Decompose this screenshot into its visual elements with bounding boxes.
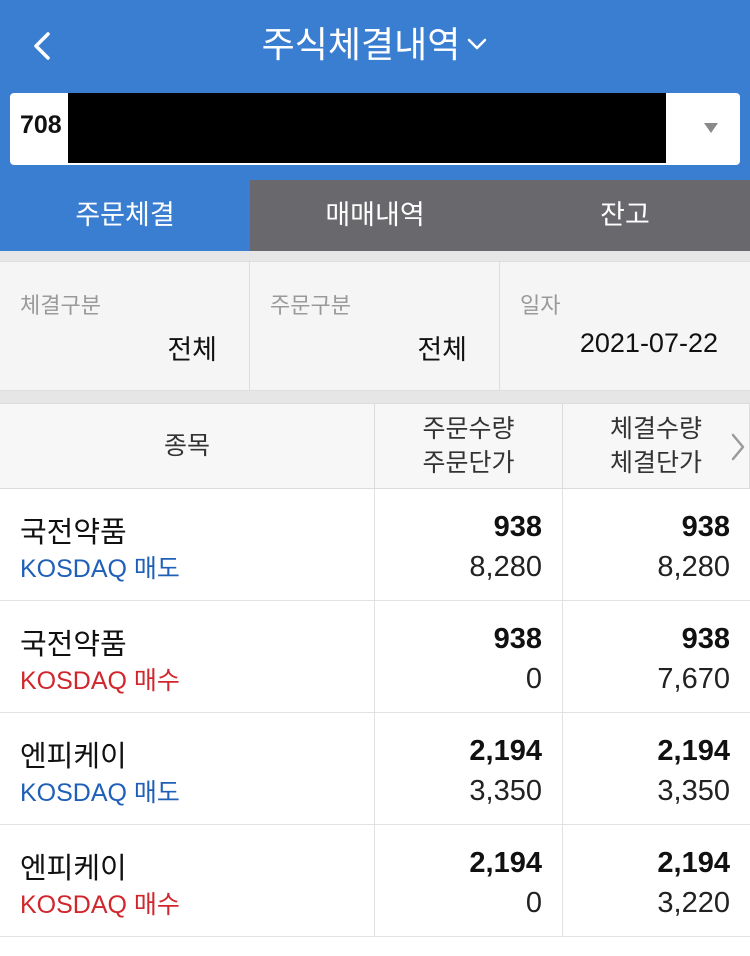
order-qty: 938: [493, 511, 542, 543]
order-qty: 938: [493, 623, 542, 655]
order-qty: 2,194: [469, 847, 542, 879]
table-row[interactable]: 엔피케이 KOSDAQ 매수 2,194 0 2,194 3,220: [0, 825, 750, 937]
header-order-price: 주문단가: [422, 448, 515, 477]
market-side: KOSDAQ 매수: [20, 667, 180, 695]
exec-qty: 938: [681, 623, 730, 655]
filter-date[interactable]: 일자 2021-07-22: [500, 262, 750, 390]
stock-name: 엔피케이: [20, 739, 127, 773]
filter-label: 일자: [520, 294, 561, 319]
account-selector[interactable]: 708: [10, 93, 740, 165]
table-header: 종목 주문수량 주문단가 체결수량 체결단가: [0, 403, 750, 489]
header-order-qty: 주문수량: [422, 414, 515, 443]
exec-price: 3,350: [657, 775, 730, 807]
order-price: 0: [525, 887, 542, 919]
market-side: KOSDAQ 매도: [20, 555, 180, 583]
table-row[interactable]: 엔피케이 KOSDAQ 매도 2,194 3,350 2,194 3,350: [0, 713, 750, 825]
execution-table: 종목 주문수량 주문단가 체결수량 체결단가 국전약품 KOSDAQ 매도 93…: [0, 403, 750, 937]
exec-qty: 2,194: [657, 847, 730, 879]
redacted-account-block: [68, 93, 666, 163]
exec-price: 8,280: [657, 551, 730, 583]
chevron-right-icon[interactable]: [730, 432, 746, 462]
filter-value: 전체: [167, 335, 217, 365]
order-price: 3,350: [469, 775, 542, 807]
header-exec: 체결수량 체결단가: [563, 404, 750, 488]
page-title-dropdown[interactable]: 주식체결내역: [0, 20, 750, 72]
filter-execution-type[interactable]: 체결구분 전체: [0, 262, 250, 390]
tab-order-execution[interactable]: 주문체결: [0, 180, 250, 251]
filter-bar: 체결구분 전체 주문구분 전체 일자 2021-07-22: [0, 251, 750, 403]
table-row[interactable]: 국전약품 KOSDAQ 매도 938 8,280 938 8,280: [0, 489, 750, 601]
order-price: 8,280: [469, 551, 542, 583]
market-side: KOSDAQ 매도: [20, 779, 180, 807]
app-header: 주식체결내역 708: [0, 0, 750, 180]
chevron-down-icon: [468, 38, 487, 50]
tab-trade-history[interactable]: 매매내역: [250, 180, 500, 251]
filter-order-type[interactable]: 주문구분 전체: [250, 262, 500, 390]
table-row[interactable]: 국전약품 KOSDAQ 매수 938 0 938 7,670: [0, 601, 750, 713]
filter-label: 주문구분: [270, 294, 351, 319]
header-exec-qty: 체결수량: [609, 414, 702, 443]
market-side: KOSDAQ 매수: [20, 891, 180, 919]
header-exec-price: 체결단가: [609, 448, 702, 477]
dropdown-arrow-icon: [704, 123, 718, 133]
account-number: 708: [20, 111, 62, 139]
order-qty: 2,194: [469, 735, 542, 767]
exec-price: 3,220: [657, 887, 730, 919]
stock-name: 국전약품: [20, 515, 127, 549]
filter-value: 전체: [417, 335, 467, 365]
page-title: 주식체결내역: [261, 25, 461, 66]
filter-value: 2021-07-22: [579, 328, 718, 358]
order-price: 0: [525, 663, 542, 695]
header-order: 주문수량 주문단가: [375, 404, 563, 488]
filter-label: 체결구분: [20, 294, 101, 319]
exec-qty: 938: [681, 511, 730, 543]
header-stock: 종목: [0, 404, 375, 488]
tab-bar: 주문체결 매매내역 잔고: [0, 180, 750, 251]
stock-name: 엔피케이: [20, 851, 127, 885]
exec-qty: 2,194: [657, 735, 730, 767]
exec-price: 7,670: [657, 663, 730, 695]
tab-balance[interactable]: 잔고: [500, 180, 750, 251]
stock-name: 국전약품: [20, 627, 127, 661]
